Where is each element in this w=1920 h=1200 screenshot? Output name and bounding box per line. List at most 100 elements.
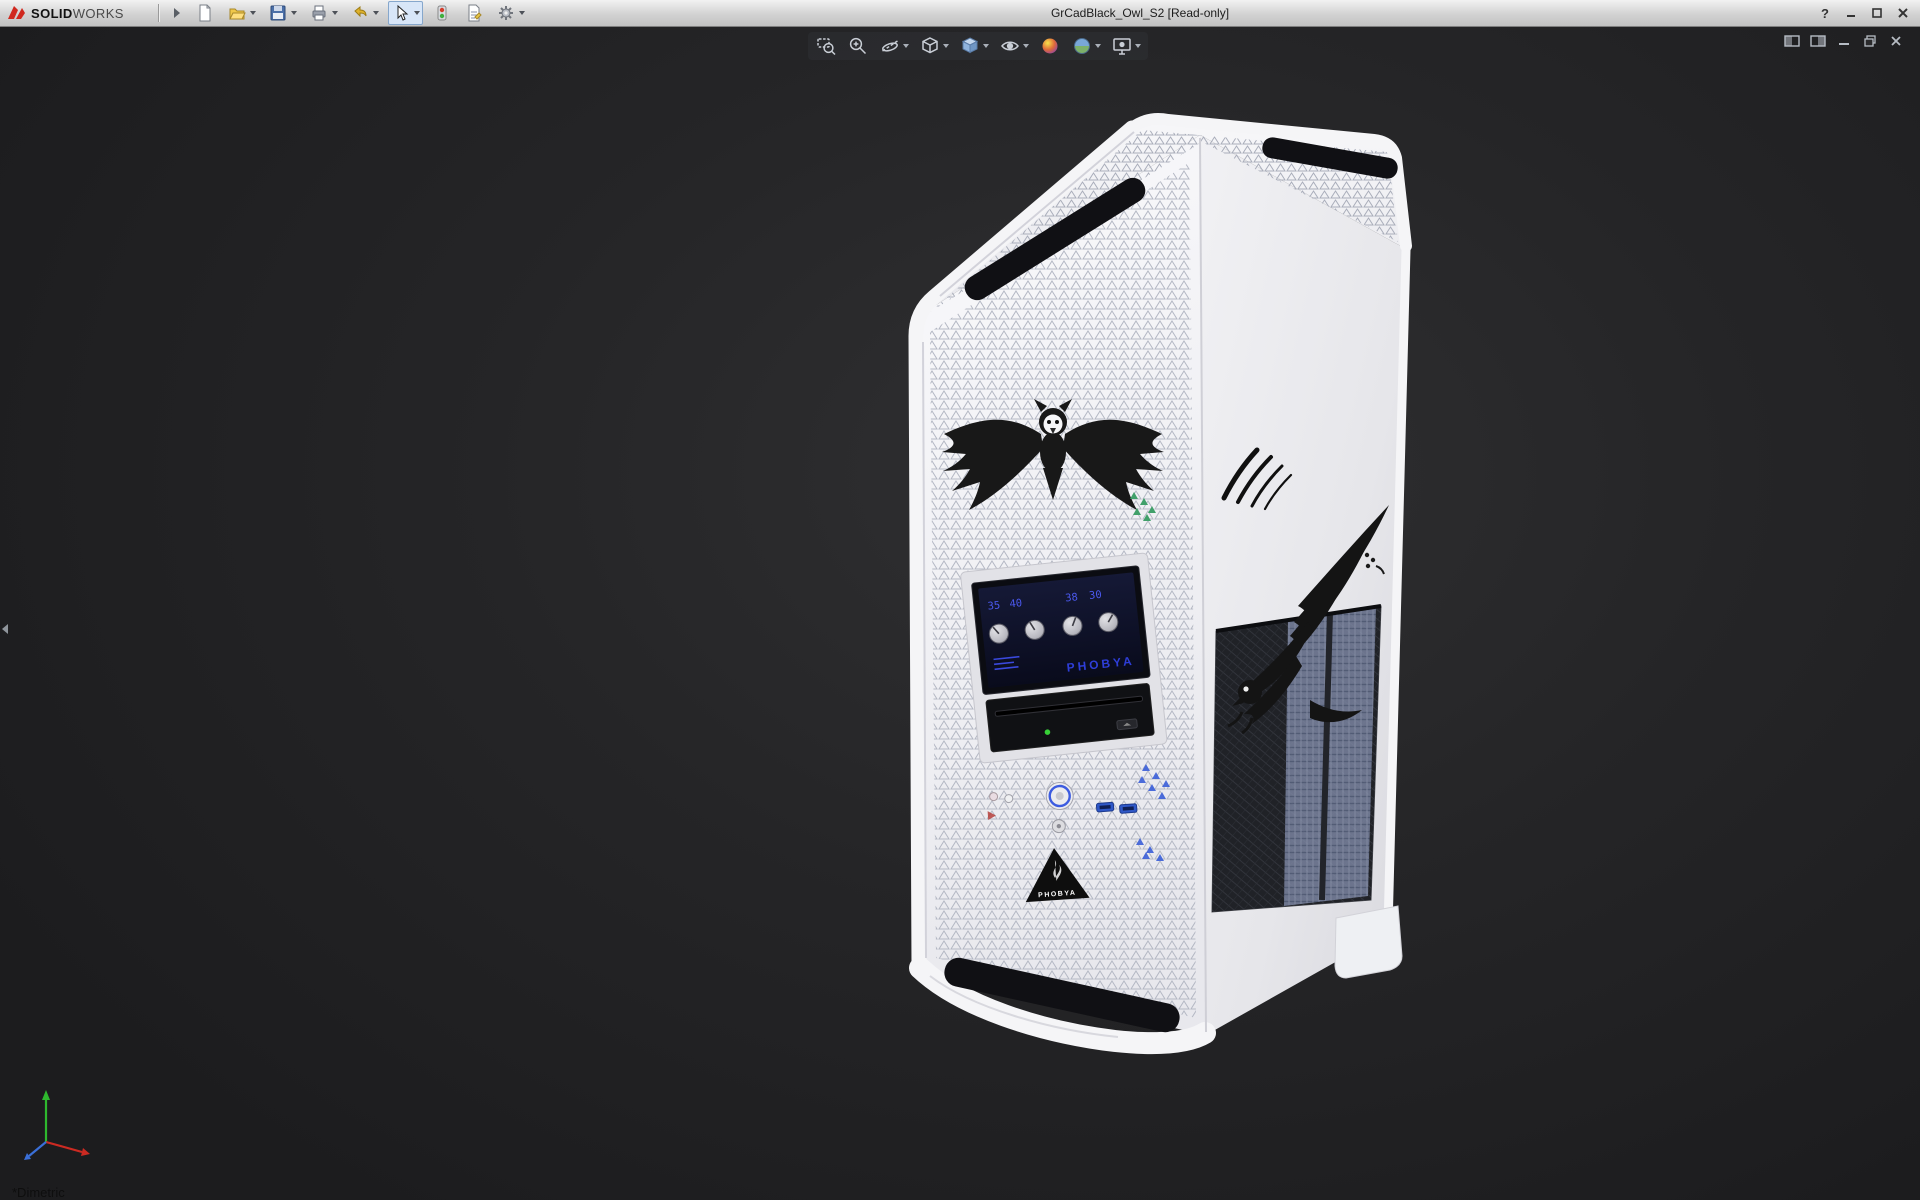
view-settings-icon — [1111, 35, 1133, 57]
undo-button[interactable] — [347, 1, 382, 25]
chevron-down-icon[interactable] — [1023, 44, 1029, 48]
minimize-button[interactable] — [1840, 3, 1862, 23]
open-folder-icon — [227, 3, 247, 23]
close-icon — [1889, 35, 1903, 47]
save-icon — [268, 3, 288, 23]
viewport-window-controls — [1782, 32, 1906, 50]
chevron-down-icon[interactable] — [332, 11, 338, 15]
help-glyph: ? — [1821, 6, 1829, 21]
new-document-icon — [195, 3, 215, 23]
zoom-to-area-icon — [847, 35, 869, 57]
lcd-readout-3: 38 — [1065, 591, 1079, 604]
options-button[interactable] — [493, 1, 528, 25]
pane-split-left-button[interactable] — [1782, 32, 1802, 50]
chevron-down-icon[interactable] — [414, 11, 420, 15]
print-button[interactable] — [306, 1, 341, 25]
pane-split-right-button[interactable] — [1808, 32, 1828, 50]
gear-icon — [496, 3, 516, 23]
chevron-down-icon[interactable] — [943, 44, 949, 48]
brand-text: SOLIDWORKS — [31, 6, 124, 21]
chevron-down-icon[interactable] — [250, 11, 256, 15]
pane-split-right-icon — [1810, 34, 1826, 48]
view-settings-button[interactable] — [1110, 34, 1142, 58]
edit-appearance-button[interactable] — [1038, 34, 1062, 58]
chevron-down-icon[interactable] — [983, 44, 989, 48]
lcd-readout-2: 40 — [1009, 597, 1023, 610]
appearance-sphere-icon — [1039, 35, 1061, 57]
hide-show-items-button[interactable] — [998, 34, 1030, 58]
maximize-button[interactable] — [1866, 3, 1888, 23]
triad-arrow-x — [81, 1148, 90, 1156]
file-properties-button[interactable] — [461, 1, 487, 25]
menu-expand-icon — [171, 5, 183, 21]
scene-globe-icon — [1071, 35, 1093, 57]
zoom-to-fit-button[interactable] — [814, 34, 838, 58]
close-button[interactable] — [1892, 3, 1914, 23]
apply-scene-button[interactable] — [1070, 34, 1102, 58]
undo-icon — [350, 3, 370, 23]
select-cursor-icon — [391, 3, 411, 23]
menu-expand-button[interactable] — [168, 1, 186, 25]
zoom-to-fit-icon — [815, 35, 837, 57]
rear-foot — [1335, 906, 1402, 978]
print-icon — [309, 3, 329, 23]
minimize-view-button[interactable] — [1834, 32, 1854, 50]
audio-jack[interactable] — [1005, 794, 1014, 803]
titlebar: SOLIDWORKS — [0, 0, 1920, 27]
panel-collapse-arrow[interactable] — [0, 612, 10, 646]
help-button[interactable]: ? — [1814, 3, 1836, 23]
triad-axis-z — [29, 1142, 46, 1156]
restore-icon — [1863, 35, 1877, 47]
rebuild-stoplight-icon — [432, 3, 452, 23]
lcd-readout-4: 30 — [1088, 589, 1102, 602]
display-style-button[interactable] — [958, 34, 990, 58]
chevron-left-icon — [2, 624, 8, 634]
eject-button[interactable] — [1117, 719, 1138, 730]
file-properties-icon — [464, 3, 484, 23]
brand-light: WORKS — [73, 6, 124, 21]
orientation-triad — [16, 1084, 106, 1164]
solidworks-brand: SOLIDWORKS — [6, 2, 124, 24]
new-document-button[interactable] — [192, 1, 218, 25]
lcd-readout-1: 35 — [987, 599, 1001, 612]
chevron-down-icon[interactable] — [1135, 44, 1141, 48]
minimize-icon — [1845, 7, 1857, 19]
section-view-icon — [879, 35, 901, 57]
close-icon — [1897, 7, 1909, 19]
view-orientation-button[interactable] — [918, 34, 950, 58]
reset-button[interactable] — [1052, 819, 1066, 833]
fan-controller: 35 40 38 30 PHOBYA — [960, 553, 1167, 764]
chevron-down-icon[interactable] — [519, 11, 525, 15]
triad-arrow-y — [42, 1090, 50, 1100]
model-3d[interactable]: 35 40 38 30 PHOBYA — [890, 100, 1430, 1080]
window-controls: ? — [1814, 2, 1914, 24]
minimize-icon — [1837, 35, 1851, 47]
document-title: GrCadBlack_Owl_S2 [Read-only] — [1051, 6, 1229, 20]
chevron-down-icon[interactable] — [1095, 44, 1101, 48]
chevron-down-icon[interactable] — [291, 11, 297, 15]
shaded-cube-icon — [959, 35, 981, 57]
heads-up-toolbar — [808, 32, 1148, 60]
close-view-button[interactable] — [1886, 32, 1906, 50]
chevron-down-icon[interactable] — [903, 44, 909, 48]
graphics-viewport[interactable]: 35 40 38 30 PHOBYA — [0, 26, 1920, 1200]
eye-icon — [999, 35, 1021, 57]
pane-split-left-icon — [1784, 34, 1800, 48]
rebuild-button[interactable] — [429, 1, 455, 25]
brand-bold: SOLID — [31, 6, 73, 21]
view-cube-icon — [919, 35, 941, 57]
audio-jack[interactable] — [989, 792, 998, 801]
restore-view-button[interactable] — [1860, 32, 1880, 50]
open-button[interactable] — [224, 1, 259, 25]
main-toolbar — [168, 2, 528, 24]
chevron-down-icon[interactable] — [373, 11, 379, 15]
orientation-label: *Dimetric — [12, 1185, 65, 1200]
save-button[interactable] — [265, 1, 300, 25]
triad-axis-x — [46, 1142, 82, 1152]
toolbar-separator — [158, 4, 159, 22]
zoom-to-area-button[interactable] — [846, 34, 870, 58]
solidworks-logo-icon — [6, 3, 26, 23]
section-view-button[interactable] — [878, 34, 910, 58]
select-button[interactable] — [388, 1, 423, 25]
maximize-icon — [1871, 7, 1883, 19]
